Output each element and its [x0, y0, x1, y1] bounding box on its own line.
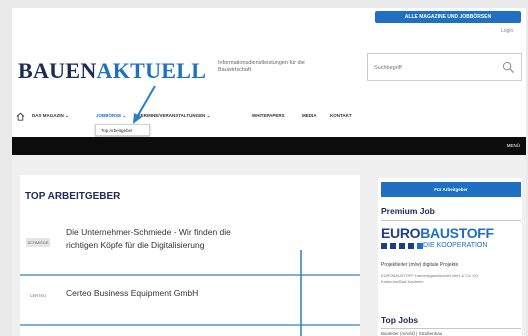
- row-separator: [20, 274, 360, 276]
- search-input[interactable]: [374, 62, 494, 74]
- employer-row[interactable]: CERTEO Certeo Business Equipment GmbH: [20, 283, 360, 309]
- top-job-tag[interactable]: Bauleiter (m/w/d) | Straßenbau: [381, 331, 442, 336]
- euro-logo-subtitle: DIE KOOPERATION: [423, 242, 488, 249]
- euro-logo-wordmark: EUROBAUSTOFF: [381, 225, 494, 241]
- employer-logo: CERTEO: [29, 293, 47, 298]
- dropdown-item-top-arbeitgeber[interactable]: Top Arbeitgeber: [101, 128, 133, 133]
- search-box[interactable]: [367, 53, 522, 81]
- panel-title: TOP ARBEITGEBER: [25, 191, 121, 202]
- menu-button[interactable]: MENÜ: [507, 143, 520, 148]
- euro-logo-part1: EURO: [381, 225, 421, 241]
- employer-name-line2: richtigen Köpfe für die Digitalisierung: [66, 240, 205, 250]
- nav-item-kontakt[interactable]: KONTAKT: [330, 113, 352, 118]
- all-magazines-button[interactable]: ALLE MAGAZINE UND JOBBÖRSEN: [375, 11, 521, 23]
- employer-row[interactable]: SCHMIEDE Die Unternehmer-Schmiede - Wir …: [20, 219, 360, 256]
- logo-square: [408, 243, 414, 249]
- nav-item-jobboerse[interactable]: JOBBÖRSE ⌄: [96, 113, 126, 119]
- top-jobs-heading: Top Jobs: [381, 315, 419, 325]
- logo-square: [381, 243, 387, 249]
- nav-item-media[interactable]: MEDIA: [302, 113, 317, 118]
- site-logo[interactable]: BAUENAKTUELL: [18, 58, 206, 84]
- premium-job-title[interactable]: Projektleiter (m/w) digitale Projekte: [381, 262, 458, 268]
- home-icon[interactable]: [15, 111, 26, 122]
- main-navigation: DAS MAGAZIN ⌄ JOBBÖRSE ⌄ TERMINE/VERANST…: [12, 111, 526, 125]
- employer-name[interactable]: Certeo Business Equipment GmbH: [66, 287, 198, 300]
- employer-name-line1: Die Unternehmer-Schmiede - Wir finden di…: [66, 227, 231, 237]
- employer-logo: SCHMIEDE: [26, 238, 50, 247]
- jobboerse-dropdown: Top Arbeitgeber: [95, 124, 150, 136]
- top-employers-panel: TOP ARBEITGEBER SCHMIEDE Die Unternehmer…: [20, 175, 360, 336]
- logo-square: [399, 243, 405, 249]
- logo-square: [390, 243, 396, 249]
- nav-item-termine[interactable]: TERMINE/VERANSTALTUNGEN ⌄: [138, 113, 210, 119]
- logo-text-part2: AKTUELL: [96, 58, 207, 83]
- web-page: ALLE MAGAZINE UND JOBBÖRSEN Login BAUENA…: [12, 8, 526, 336]
- premium-job-heading: Premium Job: [381, 206, 435, 216]
- employer-name[interactable]: Die Unternehmer-Schmiede - Wir finden di…: [66, 226, 231, 252]
- nav-item-whitepapers[interactable]: WHITEPAPERS: [252, 113, 285, 118]
- site-tagline: Informationsdienstleistungen für die Bau…: [218, 60, 305, 73]
- search-icon[interactable]: [502, 61, 515, 74]
- sidebar: Für Arbeitgeber Premium Job EUROBAUSTOFF…: [378, 178, 522, 336]
- row-separator: [20, 324, 360, 326]
- divider: [381, 328, 521, 329]
- divider: [381, 220, 521, 221]
- euro-logo-part2: BAUSTOFF: [420, 225, 494, 241]
- eurobaustoff-logo[interactable]: EUROBAUSTOFF DIE KOOPERATION: [381, 225, 521, 255]
- for-employers-button[interactable]: Für Arbeitgeber: [381, 182, 521, 197]
- logo-text-part1: BAUEN: [18, 58, 97, 83]
- premium-job-company: EUROBAUSTOFF Handelsgesellschaft mbH & C…: [381, 273, 480, 284]
- nav-item-magazin[interactable]: DAS MAGAZIN ⌄: [32, 113, 69, 119]
- login-link[interactable]: Login: [501, 28, 513, 34]
- navigation-bar-dark: MENÜ: [12, 137, 526, 155]
